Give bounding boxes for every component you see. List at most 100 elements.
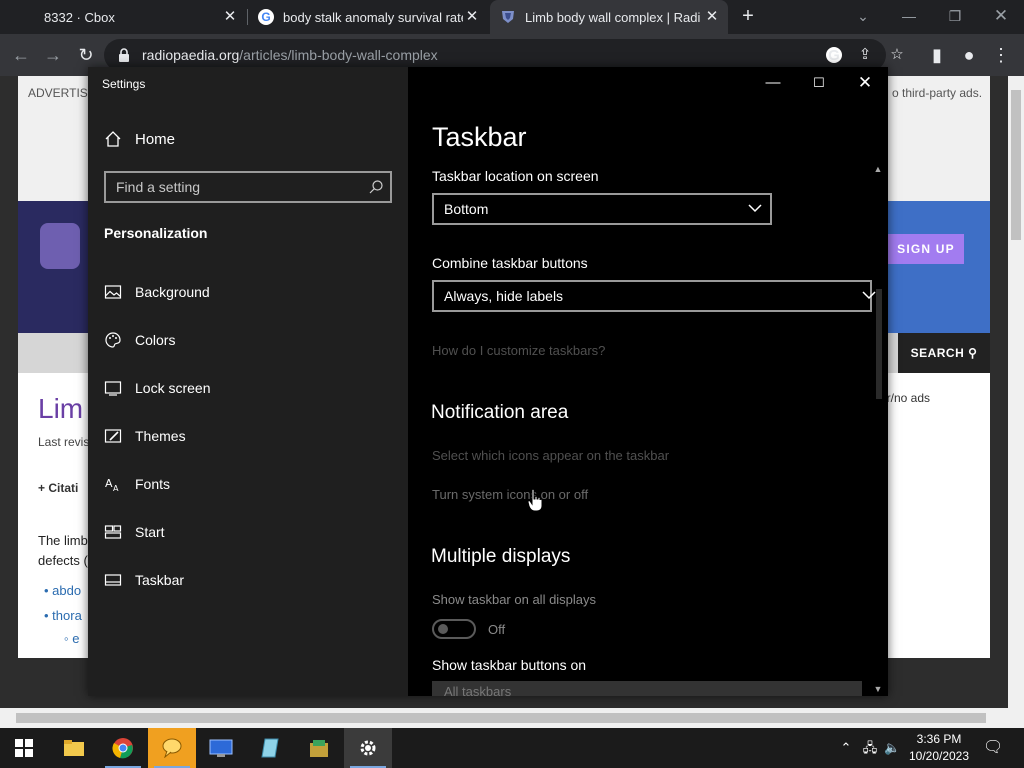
taskbar-location-dropdown[interactable]: Bottom: [432, 193, 772, 225]
start-button[interactable]: [0, 728, 48, 768]
archive-app-button[interactable]: [295, 728, 343, 768]
nav-label: Colors: [135, 332, 176, 348]
close-icon[interactable]: ✕: [842, 67, 888, 99]
signup-button[interactable]: SIGN UP: [888, 234, 964, 264]
notification-center-icon[interactable]: 🗨: [983, 740, 1003, 756]
fonts-icon: AA: [105, 477, 119, 493]
horizontal-scrollbar[interactable]: [0, 708, 1024, 728]
citation-toggle[interactable]: + Citati: [38, 481, 78, 495]
monitor-icon: [209, 739, 233, 757]
minimize-icon[interactable]: —: [750, 67, 796, 99]
tab-radiopaedia[interactable]: Limb body wall complex | Radiol ✕: [490, 0, 728, 34]
picture-icon: [104, 285, 122, 299]
list-item[interactable]: • abdo: [44, 583, 81, 598]
settings-search-box[interactable]: [104, 171, 392, 203]
find-setting-input[interactable]: [106, 173, 366, 201]
chevron-up-icon[interactable]: ⌃: [838, 740, 854, 756]
tab-close-icon[interactable]: ✕: [222, 9, 238, 25]
scrollbar-thumb[interactable]: [876, 289, 882, 399]
customize-taskbars-link[interactable]: How do I customize taskbars?: [432, 343, 605, 358]
scrollbar-thumb[interactable]: [16, 713, 986, 723]
settings-main-pane: — ☐ ✕ Taskbar Taskbar location on screen…: [408, 67, 888, 696]
google-icon: G: [258, 9, 274, 25]
search-icon[interactable]: [368, 179, 384, 195]
site-search-button[interactable]: SEARCH ⚲: [898, 333, 990, 373]
show-all-displays-toggle[interactable]: [432, 619, 476, 639]
toggle-knob: [438, 624, 448, 634]
volume-icon[interactable]: 🔈: [884, 740, 900, 756]
bookmark-star-icon[interactable]: ☆: [888, 46, 906, 64]
forward-arrow-icon[interactable]: →: [40, 42, 66, 68]
radiopaedia-icon: [502, 11, 514, 23]
nav-item-fonts[interactable]: AA Fonts: [104, 475, 170, 493]
back-arrow-icon[interactable]: ←: [8, 42, 34, 68]
window-title: Settings: [102, 77, 146, 91]
settings-scrollbar[interactable]: ▲ ▼: [872, 163, 884, 696]
gear-icon: [360, 740, 376, 756]
windows-taskbar: ⌃ 🖧 🔈 3:36 PM 10/20/2023 🗨: [0, 728, 1024, 768]
themes-icon: [104, 429, 122, 443]
share-icon[interactable]: ⇪: [856, 46, 874, 64]
chat-app-button[interactable]: [148, 728, 196, 768]
windows-logo-icon: [15, 739, 33, 757]
select-icons-link[interactable]: Select which icons appear on the taskbar: [432, 448, 669, 463]
tab-title: 8332 · Cbox: [44, 9, 115, 25]
nav-item-start[interactable]: Start: [104, 523, 165, 541]
remote-desktop-button[interactable]: [197, 728, 245, 768]
dropdown-value: Always, hide labels: [444, 288, 564, 304]
nav-item-background[interactable]: Background: [104, 283, 210, 301]
restore-icon[interactable]: ❐: [940, 3, 970, 29]
maximize-icon[interactable]: ☐: [796, 67, 842, 99]
nav-item-themes[interactable]: Themes: [104, 427, 186, 445]
system-icons-link[interactable]: Turn system icons on or off: [432, 487, 588, 502]
reload-icon[interactable]: ↻: [73, 42, 99, 68]
show-buttons-label: Show taskbar buttons on: [432, 657, 587, 673]
tab-google-search[interactable]: G body stalk anomaly survival rate ✕: [248, 0, 488, 34]
close-window-icon[interactable]: ✕: [986, 3, 1016, 29]
vertical-scrollbar[interactable]: [1008, 76, 1024, 708]
notepad-button[interactable]: [246, 728, 294, 768]
folder-icon: [64, 740, 84, 756]
show-buttons-dropdown[interactable]: All taskbars: [432, 681, 862, 696]
tab-cbox[interactable]: 8332 · Cbox ✕: [0, 0, 246, 34]
nav-label: Background: [135, 284, 210, 300]
list-item[interactable]: ◦ e: [64, 631, 79, 646]
side-panel-icon[interactable]: ▮: [924, 42, 950, 68]
show-all-displays-label: Show taskbar on all displays: [432, 592, 597, 607]
profile-icon[interactable]: ●: [956, 42, 982, 68]
network-icon[interactable]: 🖧: [862, 740, 878, 756]
taskbar-clock[interactable]: 3:36 PM 10/20/2023: [904, 731, 974, 765]
palette-icon: [105, 332, 121, 348]
nav-label: Start: [135, 524, 165, 540]
menu-dots-icon[interactable]: ⋮: [988, 42, 1014, 68]
new-tab-button[interactable]: +: [738, 6, 758, 26]
list-item[interactable]: • thora: [44, 608, 82, 623]
chrome-button[interactable]: [99, 728, 147, 768]
scrollbar-thumb[interactable]: [1011, 90, 1021, 240]
section-heading: Personalization: [104, 225, 208, 241]
notepad-icon: [261, 738, 279, 758]
settings-button[interactable]: [344, 728, 392, 768]
tab-close-icon[interactable]: ✕: [464, 9, 480, 25]
tab-close-icon[interactable]: ✕: [704, 9, 720, 25]
home-icon: [105, 131, 121, 147]
tab-search-chevron-icon[interactable]: ⌄: [848, 3, 878, 29]
minimize-icon[interactable]: —: [894, 3, 924, 29]
scroll-up-icon[interactable]: ▲: [872, 163, 884, 175]
svg-text:A: A: [105, 477, 113, 490]
nav-item-colors[interactable]: Colors: [104, 331, 175, 349]
notification-area-heading: Notification area: [431, 402, 569, 423]
dropdown-value: Bottom: [444, 201, 489, 217]
google-lens-icon[interactable]: G: [826, 47, 842, 64]
home-nav-item[interactable]: Home: [104, 130, 175, 148]
file-explorer-button[interactable]: [50, 728, 98, 768]
combine-buttons-dropdown[interactable]: Always, hide labels: [432, 280, 876, 312]
advertise-label: ADVERTISE: [28, 86, 96, 100]
nav-item-taskbar[interactable]: Taskbar: [104, 571, 184, 589]
scroll-down-icon[interactable]: ▼: [872, 683, 884, 695]
tab-title: body stalk anomaly survival rate: [283, 9, 463, 25]
nav-label: Fonts: [135, 476, 171, 492]
nav-item-lock-screen[interactable]: Lock screen: [104, 379, 210, 397]
lock-icon: [119, 48, 129, 62]
chrome-icon: [112, 738, 133, 759]
